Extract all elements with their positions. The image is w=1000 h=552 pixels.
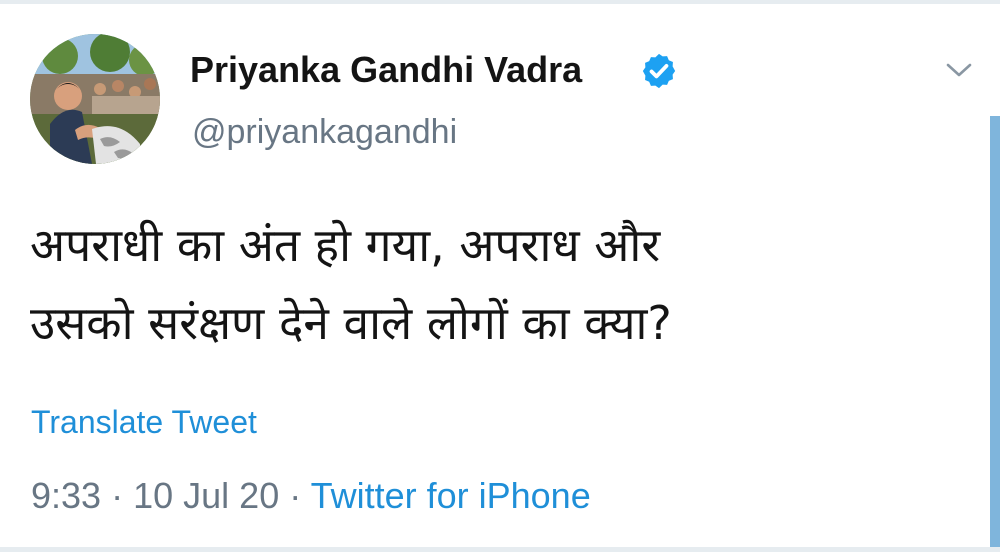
- verified-badge-icon: [642, 53, 676, 89]
- tweet-text: अपराधी का अंत हो गया, अपराध और उसको सरंक…: [30, 206, 960, 362]
- scrollbar[interactable]: [990, 116, 1000, 552]
- meta-separator: ·: [111, 475, 124, 516]
- tweet-text-line: अपराधी का अंत हो गया, अपराध और: [30, 218, 661, 272]
- tweet-date: 10 Jul 20: [133, 475, 280, 516]
- meta-separator: ·: [289, 475, 302, 516]
- tweet-text-line: उसको सरंक्षण देने वाले लोगों का क्या?: [30, 296, 672, 350]
- profile-photo: [30, 34, 160, 164]
- top-divider: [0, 0, 1000, 4]
- tweet-source-link[interactable]: Twitter for iPhone: [311, 475, 591, 516]
- translate-tweet-link[interactable]: Translate Tweet: [31, 402, 257, 442]
- tweet-time: 9:33: [31, 475, 102, 516]
- avatar[interactable]: [30, 34, 160, 164]
- chevron-down-icon[interactable]: [944, 58, 974, 82]
- tweet-meta: 9:33 · 10 Jul 20 · Twitter for iPhone: [31, 473, 591, 519]
- display-name[interactable]: Priyanka Gandhi Vadra: [190, 46, 582, 94]
- bottom-divider: [0, 547, 1000, 552]
- handle[interactable]: @priyankagandhi: [192, 110, 457, 154]
